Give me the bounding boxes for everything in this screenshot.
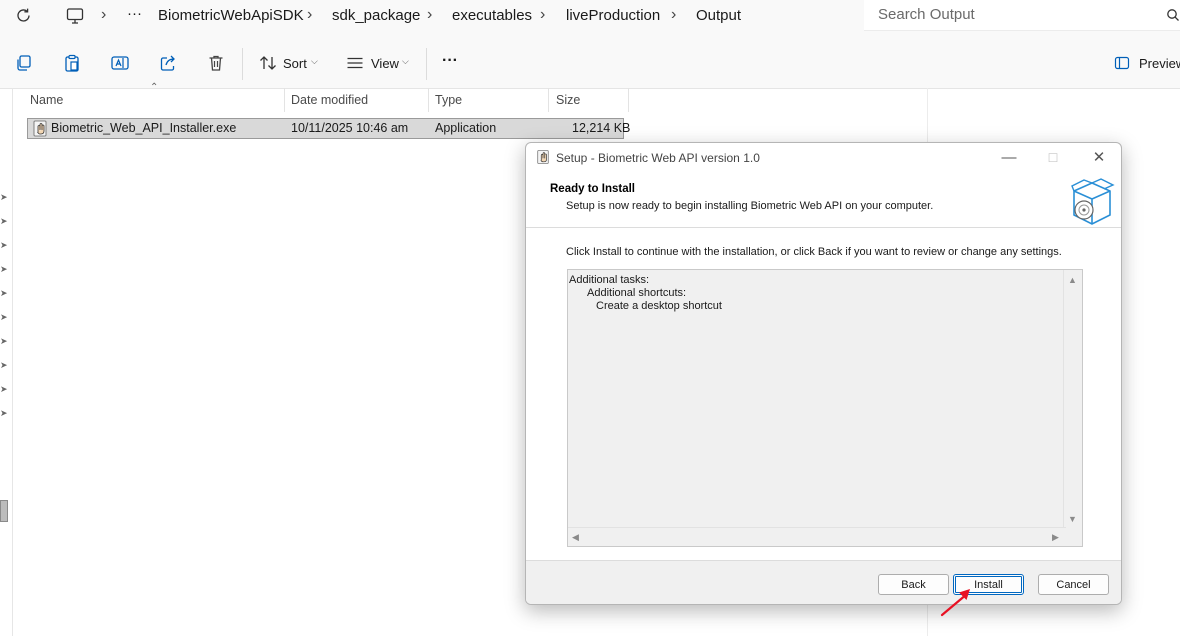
memo-line: Additional shortcuts:: [587, 287, 687, 299]
page-subheading: Setup is now ready to begin installing B…: [566, 200, 934, 212]
file-type: Application: [435, 121, 497, 135]
sort-icon[interactable]: [258, 53, 278, 73]
file-name[interactable]: Biometric_Web_API_Installer.exe: [51, 121, 236, 135]
delete-icon[interactable]: [206, 53, 226, 73]
command-bar: Sort ⌵ View ⌵ ··· Preview: [0, 40, 1180, 89]
cancel-button[interactable]: Cancel: [1038, 574, 1109, 595]
column-divider[interactable]: [284, 88, 285, 112]
file-size: 12,214 KB: [572, 121, 631, 135]
file-date-modified: 10/11/2025 10:46 am: [291, 121, 409, 135]
pin-icon[interactable]: ➤: [0, 312, 8, 323]
page-heading: Ready to Install: [550, 183, 635, 195]
scroll-left-icon[interactable]: ◀: [572, 532, 579, 543]
pin-icon[interactable]: ➤: [0, 264, 8, 275]
vertical-scrollbar[interactable]: ▲ ▼: [1063, 270, 1082, 529]
column-header-date-modified[interactable]: Date modified: [291, 93, 368, 107]
chevron-right-icon: ›: [540, 6, 546, 23]
command-separator: [242, 48, 243, 80]
scroll-up-icon[interactable]: ▲: [1068, 275, 1077, 285]
table-row[interactable]: Biometric_Web_API_Installer.exe 10/11/20…: [27, 118, 630, 139]
preview-button[interactable]: Preview: [1139, 56, 1180, 71]
close-button[interactable]: ✕: [1087, 147, 1111, 169]
more-options-button[interactable]: ···: [442, 52, 458, 70]
dialog-title: Setup - Biometric Web API version 1.0: [556, 151, 760, 165]
column-divider[interactable]: [548, 88, 549, 112]
pin-icon[interactable]: ➤: [0, 240, 8, 251]
header-divider: [526, 227, 1121, 228]
search-icon[interactable]: [1166, 8, 1180, 22]
refresh-icon[interactable]: [14, 6, 34, 26]
maximize-button: ☐: [1047, 151, 1059, 165]
search-input[interactable]: [878, 6, 1138, 23]
view-icon[interactable]: [345, 53, 365, 73]
memo-line: Create a desktop shortcut: [596, 300, 722, 312]
chevron-right-icon: ›: [307, 6, 313, 23]
minimize-button[interactable]: —: [997, 147, 1021, 169]
chevron-down-icon: ⌵: [311, 56, 318, 66]
pin-icon[interactable]: ➤: [0, 216, 8, 227]
column-header-type[interactable]: Type: [435, 93, 462, 107]
chevron-right-icon: ›: [671, 6, 677, 23]
column-header-name[interactable]: Name: [30, 93, 63, 107]
installer-app-icon: [32, 120, 48, 137]
chevron-down-icon: ⌵: [402, 56, 409, 66]
annotation-arrow: [940, 589, 970, 617]
memo-line: Additional tasks:: [569, 274, 650, 286]
address-bar: › ··· BiometricWebApiSDK › sdk_package ›…: [0, 0, 1180, 41]
pin-icon[interactable]: ➤: [0, 408, 8, 419]
pin-icon[interactable]: ➤: [0, 360, 8, 371]
share-icon[interactable]: [158, 53, 178, 73]
breadcrumb-liveproduction[interactable]: liveProduction: [566, 7, 660, 24]
sort-button[interactable]: Sort: [283, 56, 307, 71]
pin-icon[interactable]: ➤: [0, 336, 8, 347]
copy-icon[interactable]: [14, 53, 34, 73]
chevron-right-icon: ›: [427, 6, 433, 23]
breadcrumb-output[interactable]: Output: [696, 7, 741, 24]
setup-dialog: Setup - Biometric Web API version 1.0 — …: [525, 142, 1122, 605]
sort-ascending-icon: ⌃: [150, 82, 159, 93]
paste-icon[interactable]: [62, 53, 82, 73]
column-divider[interactable]: [428, 88, 429, 112]
preview-pane-icon[interactable]: [1114, 55, 1130, 71]
pin-icon[interactable]: ➤: [0, 288, 8, 299]
chevron-right-icon: ›: [101, 6, 107, 23]
pin-icon[interactable]: ➤: [0, 384, 8, 395]
command-separator: [426, 48, 427, 80]
scroll-down-icon[interactable]: ▼: [1068, 514, 1077, 524]
view-button[interactable]: View: [371, 56, 399, 71]
navigation-pane: ➤ ➤ ➤ ➤ ➤ ➤ ➤ ➤ ➤ ➤: [0, 88, 13, 636]
breadcrumb-executables[interactable]: executables: [452, 7, 532, 24]
breadcrumb-sdk-package[interactable]: sdk_package: [332, 7, 420, 24]
setup-app-icon: [536, 149, 550, 165]
install-box-icon: [1066, 177, 1118, 227]
breadcrumb-biometricwebapisdk[interactable]: BiometricWebApiSDK: [158, 7, 304, 24]
pin-icon[interactable]: ➤: [0, 192, 8, 203]
install-instruction: Click Install to continue with the insta…: [566, 246, 1062, 258]
navigation-scrollbar[interactable]: [0, 500, 8, 522]
dialog-footer: Back Install Cancel: [526, 560, 1121, 604]
breadcrumb-overflow[interactable]: ···: [127, 5, 142, 22]
this-pc-icon[interactable]: [65, 6, 85, 26]
scroll-right-icon[interactable]: ▶: [1052, 532, 1059, 543]
search-box[interactable]: [864, 0, 1180, 31]
rename-icon[interactable]: [110, 53, 130, 73]
horizontal-scrollbar[interactable]: ◀ ▶: [568, 527, 1066, 546]
ready-memo[interactable]: Additional tasks: Additional shortcuts: …: [567, 269, 1083, 547]
column-divider[interactable]: [628, 88, 629, 112]
column-header-size[interactable]: Size: [556, 93, 580, 107]
